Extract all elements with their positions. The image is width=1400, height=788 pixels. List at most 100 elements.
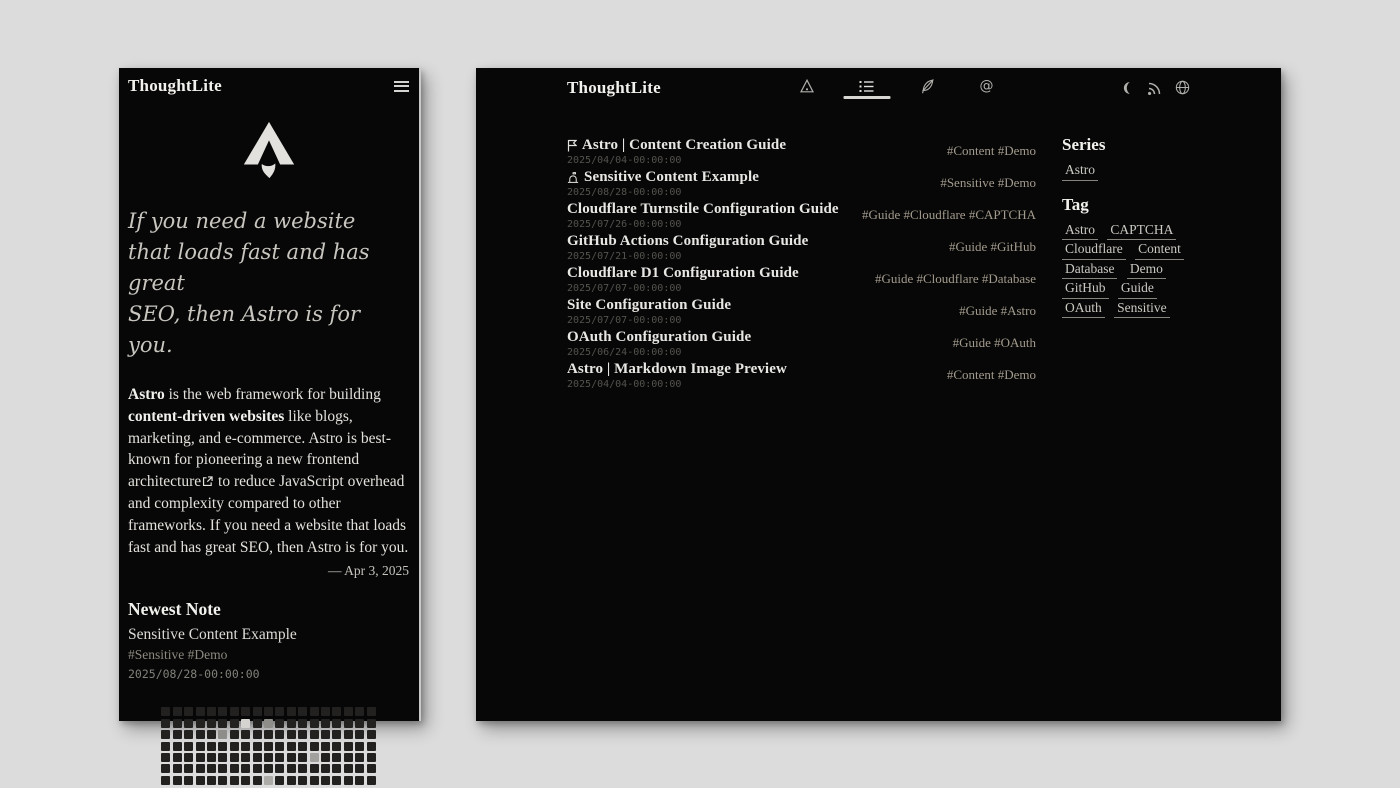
tag-link[interactable]: CAPTCHA [1107, 221, 1176, 241]
newest-note-title-link[interactable]: Sensitive Content Example [128, 626, 409, 644]
quote-line: that loads fast and has great [128, 237, 409, 299]
heatmap-cell [275, 753, 284, 762]
post-title-link[interactable]: Astro | Content Creation Guide [582, 137, 786, 154]
heatmap-cell [287, 730, 296, 739]
post-tags[interactable]: #Content #Demo [933, 367, 1036, 383]
tag-link[interactable]: Cloudflare [1062, 240, 1126, 260]
heatmap-cell [298, 719, 307, 728]
heatmap-cell [344, 730, 353, 739]
post-info: Astro | Content Creation Guide 2025/04/0… [567, 137, 786, 166]
astro-logo [238, 120, 300, 180]
post-tags[interactable]: #Content #Demo [933, 143, 1036, 159]
nav-write-feather-icon[interactable] [919, 77, 935, 95]
heatmap-cell [264, 753, 273, 762]
globe-language-icon[interactable] [1175, 80, 1190, 95]
tag-link[interactable]: GitHub [1062, 279, 1109, 299]
tag-link[interactable]: Guide [1118, 279, 1157, 299]
post-tags[interactable]: #Guide #Cloudflare #CAPTCHA [848, 207, 1036, 223]
post-tags[interactable]: #Guide #GitHub [935, 239, 1036, 255]
post-tags[interactable]: #Guide #OAuth [939, 335, 1036, 351]
main-nav: @ [799, 77, 995, 95]
heatmap-cell [287, 742, 296, 751]
heatmap-cell [355, 730, 364, 739]
heatmap-cell [355, 764, 364, 773]
heatmap-cell [355, 719, 364, 728]
heatmap-cell [253, 742, 262, 751]
tag-link[interactable]: Database [1062, 260, 1117, 280]
heatmap-cell [344, 753, 353, 762]
post-tags[interactable]: #Sensitive #Demo [926, 175, 1036, 191]
heatmap-cell [196, 719, 205, 728]
contribution-heatmap [161, 707, 375, 784]
heatmap-cell [161, 730, 170, 739]
heatmap-cell [196, 776, 205, 785]
heatmap-cell [161, 764, 170, 773]
rss-icon[interactable] [1147, 80, 1162, 95]
nav-about-at-sign-icon[interactable]: @ [979, 77, 995, 95]
mobile-header: ThoughtLite [128, 76, 409, 96]
series-link[interactable]: Astro [1062, 161, 1098, 181]
heatmap-cell [367, 753, 376, 762]
heatmap-cell [264, 719, 273, 728]
post-title-link[interactable]: Sensitive Content Example [584, 169, 759, 186]
heatmap-cell [321, 742, 330, 751]
flag-icon [567, 139, 577, 152]
heatmap-cell [207, 719, 216, 728]
intro-text-segment: is the web framework for building [169, 386, 381, 403]
newest-note-tags[interactable]: #Sensitive #Demo [128, 647, 409, 663]
external-link-icon[interactable] [201, 473, 214, 490]
heatmap-cell [161, 742, 170, 751]
heatmap-cell [332, 776, 341, 785]
heatmap-cell [264, 730, 273, 739]
heatmap-cell [241, 719, 250, 728]
heatmap-cell [218, 776, 227, 785]
post-title-link[interactable]: Site Configuration Guide [567, 297, 731, 314]
heatmap-cell [184, 719, 193, 728]
at-sign-glyph: @ [980, 79, 994, 93]
mobile-scrollbar[interactable] [419, 68, 421, 721]
post-date: 2025/04/04-00:00:00 [567, 155, 786, 166]
heatmap-cell [230, 764, 239, 773]
post-tags[interactable]: #Guide #Cloudflare #Database [861, 271, 1036, 287]
tag-link[interactable]: Sensitive [1114, 299, 1170, 319]
post-list-item: Sensitive Content Example 2025/08/28-00:… [567, 167, 1036, 199]
heatmap-cell [230, 776, 239, 785]
post-tags[interactable]: #Guide #Astro [945, 303, 1036, 319]
tag-link[interactable]: OAuth [1062, 299, 1105, 319]
heatmap-cell [184, 764, 193, 773]
heatmap-cell [196, 730, 205, 739]
post-info: Site Configuration Guide 2025/07/07-00:0… [567, 297, 731, 326]
heatmap-cell [367, 742, 376, 751]
nav-home-astro-triangle-icon[interactable] [799, 77, 815, 95]
heatmap-cell [207, 742, 216, 751]
nav-archive-list-icon[interactable] [859, 77, 875, 95]
heatmap-cell [298, 730, 307, 739]
hamburger-menu-icon[interactable] [394, 76, 409, 96]
post-date: 2025/07/26-00:00:00 [567, 219, 839, 230]
heatmap-cell [196, 707, 205, 716]
heatmap-cell [196, 764, 205, 773]
heatmap-cell [173, 719, 182, 728]
heatmap-cell [241, 730, 250, 739]
heatmap-cell [264, 764, 273, 773]
post-title-link[interactable]: GitHub Actions Configuration Guide [567, 233, 808, 250]
tag-link[interactable]: Content [1135, 240, 1184, 260]
post-title-link[interactable]: Cloudflare Turnstile Configuration Guide [567, 201, 839, 218]
post-title-link[interactable]: Cloudflare D1 Configuration Guide [567, 265, 799, 282]
post-date: 2025/07/07-00:00:00 [567, 283, 799, 294]
heatmap-cell [367, 730, 376, 739]
post-title-link[interactable]: Astro | Markdown Image Preview [567, 361, 787, 378]
tag-link[interactable]: Astro [1062, 221, 1098, 241]
heatmap-cell [355, 742, 364, 751]
heatmap-cell [321, 764, 330, 773]
theme-moon-icon[interactable] [1119, 80, 1134, 95]
post-list-item: Astro | Content Creation Guide 2025/04/0… [567, 135, 1036, 167]
tag-link[interactable]: Demo [1127, 260, 1166, 280]
post-date: 2025/04/04-00:00:00 [567, 379, 787, 390]
post-list-item: Cloudflare D1 Configuration Guide 2025/0… [567, 263, 1036, 295]
heatmap-cell [321, 753, 330, 762]
heatmap-cell [184, 730, 193, 739]
quote-line: SEO, then Astro is for you. [128, 299, 409, 361]
heatmap-cell [298, 753, 307, 762]
post-title-link[interactable]: OAuth Configuration Guide [567, 329, 751, 346]
